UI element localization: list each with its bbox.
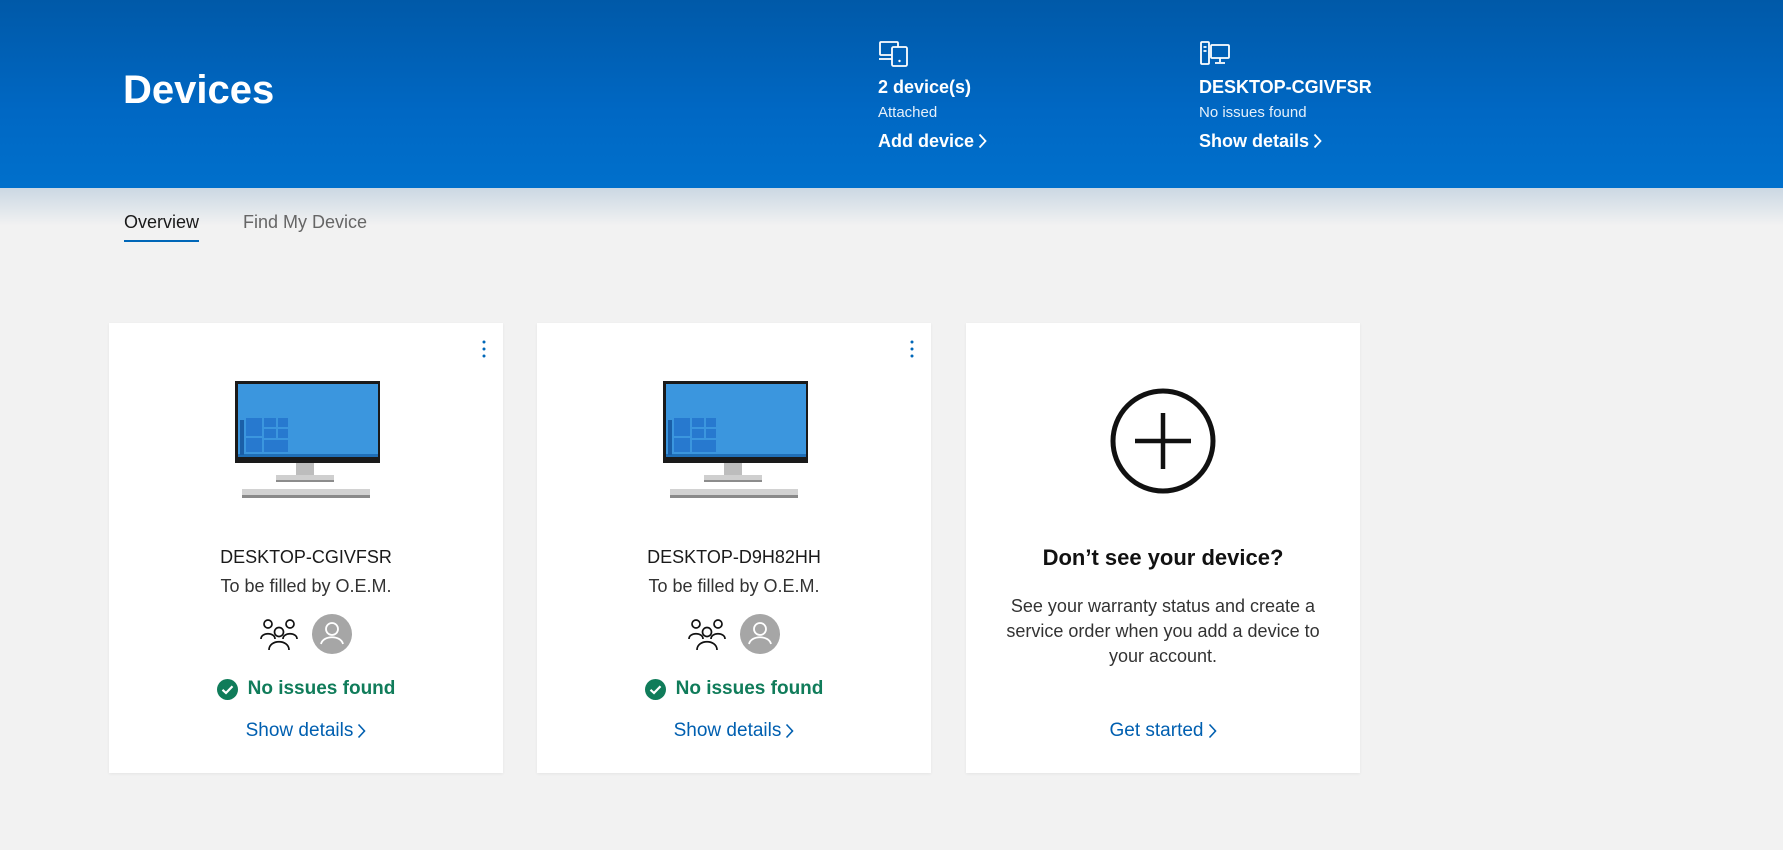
check-circle-icon (644, 678, 666, 700)
check-circle-icon (216, 678, 238, 700)
chevron-right-icon (978, 133, 987, 149)
device-count: 2 device(s) (878, 77, 972, 97)
device-manufacturer: To be filled by O.E.M. (648, 576, 820, 596)
current-device-name: DESKTOP-CGIVFSR (1199, 77, 1372, 97)
desktop-computer-icon (663, 381, 808, 498)
show-details-label: Show details (673, 720, 782, 741)
page-header: Devices 2 device(s) Attached Add device … (0, 0, 1783, 188)
devices-icon (879, 41, 908, 67)
show-details-link[interactable]: Show details (537, 720, 931, 742)
family-icon[interactable] (259, 617, 299, 651)
device-count-subtitle: Attached (878, 104, 938, 121)
device-status: No issues found (537, 678, 931, 700)
current-device-summary: DESKTOP-CGIVFSR No issues found Show det… (1199, 40, 1372, 153)
add-device-label: Add device (878, 131, 975, 151)
user-avatar-icon[interactable] (739, 613, 781, 655)
add-device-card-description: See your warranty status and create a se… (1006, 596, 1320, 666)
chevron-right-icon (358, 723, 366, 739)
get-started-link[interactable]: Get started (966, 720, 1360, 742)
device-status-text: No issues found (675, 678, 824, 699)
device-manufacturer: To be filled by O.E.M. (220, 576, 392, 596)
get-started-label: Get started (1109, 720, 1204, 741)
devices-summary: 2 device(s) Attached Add device (878, 40, 987, 153)
desktop-icon (1200, 41, 1230, 65)
device-card: DESKTOP-D9H82HH To be filled by O.E.M. N… (537, 323, 931, 773)
more-options-icon[interactable] (905, 337, 919, 361)
chevron-right-icon (1313, 133, 1322, 149)
add-device-card-title: Don’t see your device? (1042, 545, 1284, 570)
add-device-card: Don’t see your device? See your warranty… (966, 323, 1360, 773)
device-status-text: No issues found (247, 678, 396, 699)
desktop-computer-icon (235, 381, 380, 498)
tab-overview[interactable]: Overview (124, 210, 200, 242)
chevron-right-icon (1208, 723, 1217, 739)
show-details-header-link[interactable]: Show details (1199, 129, 1322, 153)
device-users (109, 613, 503, 655)
show-details-link[interactable]: Show details (109, 720, 503, 742)
chevron-right-icon (786, 723, 794, 739)
family-icon[interactable] (687, 617, 727, 651)
device-status: No issues found (109, 678, 503, 700)
more-options-icon[interactable] (477, 337, 491, 361)
user-avatar-icon[interactable] (311, 613, 353, 655)
device-card: DESKTOP-CGIVFSR To be filled by O.E.M. N… (109, 323, 503, 773)
tab-find-my-device[interactable]: Find My Device (243, 210, 367, 242)
current-device-status: No issues found (1199, 104, 1307, 121)
device-name: DESKTOP-CGIVFSR (220, 547, 392, 567)
device-users (537, 613, 931, 655)
add-device-link[interactable]: Add device (878, 129, 987, 153)
page-title: Devices (123, 68, 275, 112)
show-details-header-label: Show details (1199, 131, 1310, 151)
device-name: DESKTOP-D9H82HH (647, 547, 821, 567)
add-circle-icon (1110, 388, 1216, 494)
tab-bar: Overview Find My Device (124, 210, 367, 242)
show-details-label: Show details (245, 720, 354, 741)
